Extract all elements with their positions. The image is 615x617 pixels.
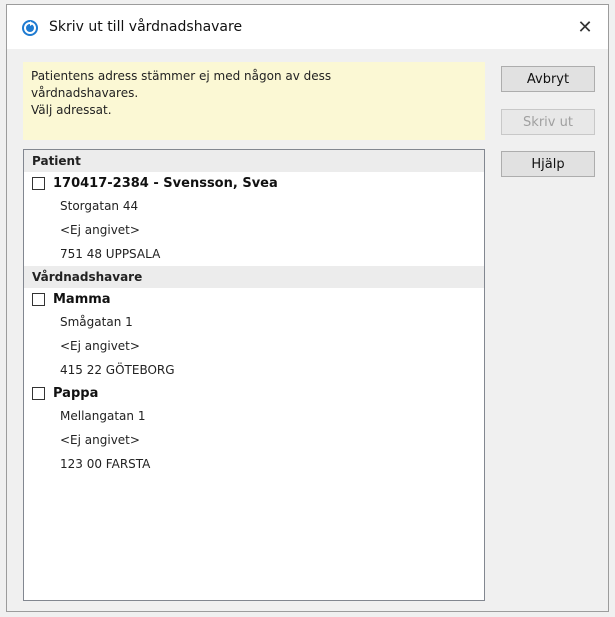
title-bar: Skriv ut till vårdnadshavare ✕ xyxy=(7,5,608,49)
notice-line: Patientens adress stämmer ej med någon a… xyxy=(31,69,332,83)
guardian-name: Mamma xyxy=(53,291,111,307)
print-button[interactable]: Skriv ut xyxy=(501,109,595,135)
address-mismatch-notice: Patientens adress stämmer ej med någon a… xyxy=(23,62,485,140)
address-line: <Ej angivet> xyxy=(60,223,140,237)
patient-checkbox[interactable] xyxy=(32,176,45,190)
cancel-button[interactable]: Avbryt xyxy=(501,66,595,92)
address-line: 415 22 GÖTEBORG xyxy=(60,363,175,377)
list-item-guardian-father[interactable]: Pappa Mellangatan 1 <Ej angivet> 123 00 … xyxy=(24,382,484,476)
patient-name: 170417-2384 - Svensson, Svea xyxy=(53,175,278,191)
address-line: Smågatan 1 xyxy=(60,315,133,329)
print-to-guardian-dialog: Skriv ut till vårdnadshavare ✕ Patienten… xyxy=(6,4,609,612)
guardian-name: Pappa xyxy=(53,385,99,401)
address-line: Mellangatan 1 xyxy=(60,409,146,423)
group-header-patient: Patient xyxy=(24,150,484,172)
notice-line: Välj adressat. xyxy=(31,103,112,117)
help-button[interactable]: Hjälp xyxy=(501,151,595,177)
notice-line: vårdnadshavares. xyxy=(31,86,139,100)
address-line: <Ej angivet> xyxy=(60,339,140,353)
guardian-checkbox[interactable] xyxy=(32,386,45,400)
list-item-patient[interactable]: 170417-2384 - Svensson, Svea Storgatan 4… xyxy=(24,172,484,266)
list-item-guardian-mother[interactable]: Mamma Smågatan 1 <Ej angivet> 415 22 GÖT… xyxy=(24,288,484,382)
guardian-checkbox[interactable] xyxy=(32,292,45,306)
address-line: 751 48 UPPSALA xyxy=(60,247,161,261)
recipient-list[interactable]: Patient 170417-2384 - Svensson, Svea Sto… xyxy=(23,149,485,601)
close-icon[interactable]: ✕ xyxy=(570,12,600,42)
address-line: Storgatan 44 xyxy=(60,199,139,213)
window-title: Skriv ut till vårdnadshavare xyxy=(49,19,243,35)
app-refresh-icon xyxy=(21,19,39,37)
address-line: <Ej angivet> xyxy=(60,433,140,447)
address-line: 123 00 FARSTA xyxy=(60,457,151,471)
group-header-guardians: Vårdnadshavare xyxy=(24,266,484,288)
